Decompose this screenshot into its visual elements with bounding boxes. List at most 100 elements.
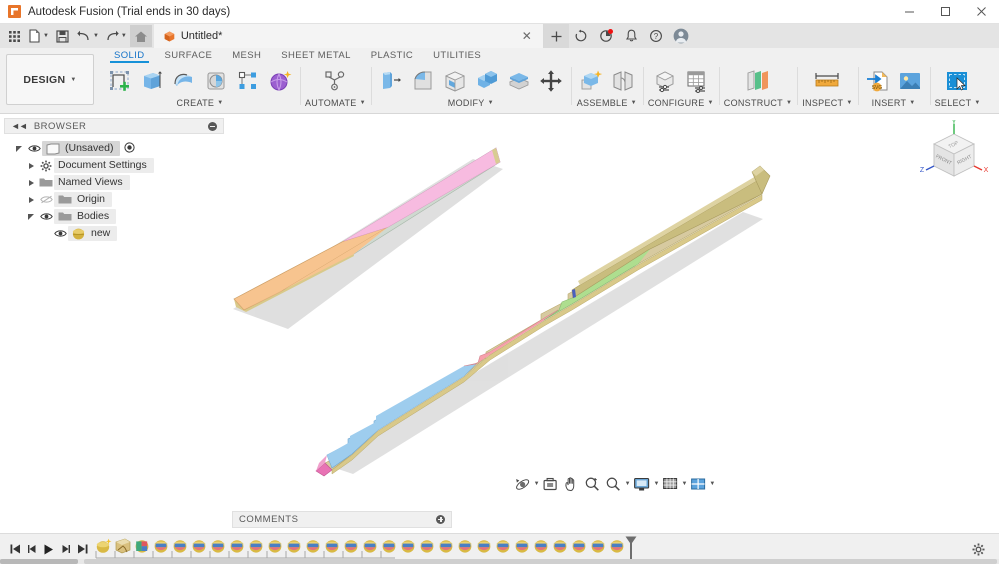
collapse-panel-icon[interactable]: ◄◄ [11, 121, 28, 131]
zoom-window-icon[interactable] [583, 474, 603, 494]
undo-icon[interactable]: ▼ [74, 25, 102, 47]
timeline-feature-extrude-22[interactable] [532, 537, 550, 555]
radio-active-icon[interactable] [124, 141, 136, 156]
timeline-settings-button[interactable] [957, 543, 999, 556]
browser-item-origin[interactable]: Origin [0, 191, 228, 208]
ribbon-tab-solid[interactable]: SOLID [104, 50, 155, 63]
go-to-end-icon[interactable] [74, 538, 91, 560]
comments-panel[interactable]: COMMENTS [232, 511, 452, 528]
pattern-icon[interactable] [233, 65, 263, 97]
model-3d-view[interactable] [228, 114, 988, 514]
combine-icon[interactable] [472, 65, 502, 97]
move-copy-icon[interactable] [536, 65, 566, 97]
insert-derive-icon[interactable]: SVG [863, 65, 893, 97]
panel-label-insert[interactable]: INSERT ▼ [872, 98, 916, 108]
panel-label-assemble[interactable]: ASSEMBLE ▼ [577, 98, 637, 108]
model-body-upper[interactable] [233, 147, 501, 312]
offset-plane-icon[interactable] [743, 65, 773, 97]
panel-label-modify[interactable]: MODIFY ▼ [448, 98, 494, 108]
help-icon[interactable]: ? [644, 24, 669, 48]
notifications-bell-icon[interactable] [619, 24, 644, 48]
ribbon-tab-utilities[interactable]: UTILITIES [423, 50, 491, 63]
look-at-icon[interactable] [541, 474, 561, 494]
maximize-button[interactable] [927, 0, 963, 23]
ribbon-tab-plastic[interactable]: PLASTIC [361, 50, 423, 63]
timeline-scroll-thumb[interactable] [0, 559, 78, 564]
revolve-icon[interactable] [169, 65, 199, 97]
select-icon[interactable] [943, 65, 973, 97]
timeline-feature-extrude-18[interactable] [456, 537, 474, 555]
timeline-feature-extrude-15[interactable] [399, 537, 417, 555]
browser-item-named-views[interactable]: Named Views [0, 174, 228, 191]
browser-item-new-body[interactable]: new [0, 225, 228, 242]
view-cube[interactable]: TOP FRONT RIGHT Y Z X [917, 119, 991, 194]
visibility-eye-icon[interactable] [26, 144, 42, 153]
expander-closed-icon[interactable] [24, 162, 38, 169]
go-to-beginning-icon[interactable] [6, 538, 23, 560]
new-component-icon[interactable] [576, 65, 606, 97]
timeline-feature-extrude-19[interactable] [475, 537, 493, 555]
browser-header[interactable]: ◄◄ BROWSER [4, 118, 224, 134]
browser-item-bodies[interactable]: Bodies [0, 208, 228, 225]
zoom-icon[interactable] [604, 474, 624, 494]
visibility-eye-icon[interactable] [52, 229, 68, 238]
panel-label-automate[interactable]: AUTOMATE ▼ [305, 98, 366, 108]
step-forward-icon[interactable] [57, 538, 74, 560]
play-icon[interactable] [40, 538, 57, 560]
visibility-eye-icon[interactable] [38, 212, 54, 221]
timeline-feature-extrude-23[interactable] [551, 537, 569, 555]
redo-icon[interactable]: ▼ [102, 25, 130, 47]
close-tab-icon[interactable]: ✕ [519, 29, 535, 43]
step-back-icon[interactable] [23, 538, 40, 560]
press-pull-icon[interactable] [376, 65, 406, 97]
save-icon[interactable] [52, 25, 74, 47]
chevron-down-icon[interactable]: ▼ [534, 481, 540, 487]
measure-icon[interactable] [812, 65, 842, 97]
jobs-status-icon[interactable] [594, 24, 619, 48]
display-settings-icon[interactable] [632, 474, 653, 494]
configure-table-icon[interactable] [682, 65, 712, 97]
timeline-feature-extrude-20[interactable] [494, 537, 512, 555]
browser-options-icon[interactable] [208, 121, 217, 131]
home-icon[interactable] [129, 25, 152, 47]
chevron-down-icon[interactable]: ▼ [709, 481, 715, 487]
timeline-feature-extrude-16[interactable] [418, 537, 436, 555]
orbit-icon[interactable] [512, 474, 533, 494]
document-tab[interactable]: Untitled* ✕ [153, 24, 544, 48]
automate-icon[interactable] [320, 65, 350, 97]
ribbon-tab-sheet-metal[interactable]: SHEET METAL [271, 50, 361, 63]
viewport-canvas[interactable]: TOP FRONT RIGHT Y Z X ▼ ▼ ▼ ▼ ▼ COMMENTS [228, 114, 999, 533]
expander-open-icon[interactable] [12, 145, 26, 152]
shell-icon[interactable] [440, 65, 470, 97]
create-sketch-icon[interactable] [105, 65, 135, 97]
insert-image-icon[interactable] [895, 65, 925, 97]
chevron-down-icon[interactable]: ▼ [625, 481, 631, 487]
timeline-scroll-thumb-secondary[interactable] [84, 559, 997, 564]
chevron-down-icon[interactable]: ▼ [681, 481, 687, 487]
pan-icon[interactable] [562, 474, 582, 494]
extrude-icon[interactable] [137, 65, 167, 97]
timeline-scrollbar[interactable] [0, 559, 999, 564]
timeline-feature-extrude-25[interactable] [589, 537, 607, 555]
new-document-icon[interactable]: ▼ [25, 25, 52, 47]
panel-label-select[interactable]: SELECT ▼ [935, 98, 981, 108]
timeline-feature-extrude-21[interactable] [513, 537, 531, 555]
expander-closed-icon[interactable] [24, 196, 38, 203]
timeline-feature-extrude-17[interactable] [437, 537, 455, 555]
timeline-feature-extrude-24[interactable] [570, 537, 588, 555]
panel-label-configure[interactable]: CONFIGURE ▼ [648, 98, 714, 108]
joint-icon[interactable] [608, 65, 638, 97]
minimize-button[interactable] [891, 0, 927, 23]
grid-snaps-icon[interactable] [660, 474, 680, 494]
expander-open-icon[interactable] [24, 213, 38, 220]
visibility-eye-off-icon[interactable] [38, 195, 54, 204]
ribbon-tab-surface[interactable]: SURFACE [155, 50, 223, 63]
browser-item-document-settings[interactable]: Document Settings [0, 157, 228, 174]
new-tab-icon[interactable] [543, 24, 569, 48]
configure-icon[interactable] [650, 65, 680, 97]
chevron-down-icon[interactable]: ▼ [654, 481, 660, 487]
panel-label-inspect[interactable]: INSPECT ▼ [802, 98, 852, 108]
viewports-icon[interactable] [688, 474, 708, 494]
sweep-icon[interactable] [201, 65, 231, 97]
history-icon[interactable] [569, 24, 594, 48]
